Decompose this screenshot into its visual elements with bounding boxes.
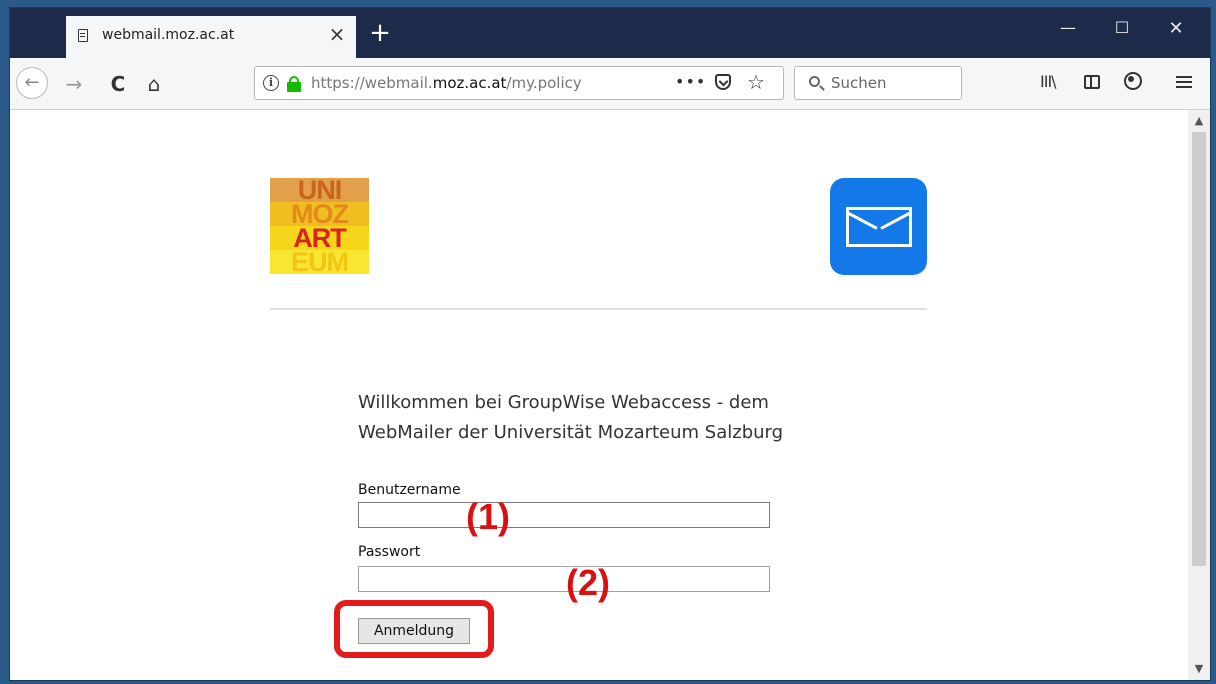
close-window-icon[interactable]: ✕	[1156, 18, 1196, 39]
welcome-line-2: WebMailer der Universität Mozarteum Salz…	[358, 422, 784, 443]
reload-button[interactable]: C	[102, 68, 134, 100]
scroll-up-icon[interactable]: ▲	[1188, 112, 1210, 130]
logo-row-eum: EUM	[270, 250, 369, 274]
forward-button[interactable]: →	[58, 68, 90, 100]
navigation-toolbar: ← → C ⌂ i https://webmail.moz.ac.at/my.p…	[10, 58, 1210, 110]
mozarteum-logo: UNI MOZ ART EUM	[270, 178, 369, 274]
logo-row-uni: UNI	[270, 178, 369, 202]
password-input[interactable]	[358, 566, 770, 592]
vertical-scrollbar[interactable]: ▲ ▼	[1188, 110, 1210, 680]
welcome-text: Willkommen bei GroupWise Webaccess - dem…	[358, 388, 838, 448]
annotation-2: (2)	[566, 562, 610, 603]
page-actions-icon[interactable]: •••	[675, 72, 706, 91]
maximize-icon[interactable]: ☐	[1102, 18, 1142, 37]
close-tab-icon[interactable]: ×	[326, 22, 348, 46]
account-icon[interactable]	[1124, 72, 1142, 90]
search-bar[interactable]	[794, 66, 962, 100]
annotation-1: (1)	[466, 496, 510, 537]
username-label: Benutzername	[358, 482, 461, 498]
search-input[interactable]	[831, 72, 951, 94]
login-button[interactable]: Anmeldung	[358, 618, 470, 644]
home-button[interactable]: ⌂	[138, 68, 170, 100]
minimize-icon[interactable]: —	[1048, 18, 1088, 37]
tab-title: webmail.moz.ac.at	[102, 27, 235, 43]
info-icon[interactable]: i	[263, 75, 279, 91]
url-prefix: https://webmail.	[311, 74, 433, 92]
url-bar[interactable]: i https://webmail.moz.ac.at/my.policy ••…	[254, 66, 784, 100]
url-domain: moz.ac.at	[432, 74, 507, 92]
tab-webmail[interactable]: webmail.moz.ac.at ×	[66, 16, 356, 58]
username-input[interactable]	[358, 502, 770, 528]
hamburger-menu-icon[interactable]	[1176, 76, 1192, 78]
pocket-icon[interactable]	[715, 74, 731, 90]
page-content: UNI MOZ ART EUM Willkommen bei GroupWise…	[10, 110, 1188, 680]
password-label: Passwort	[358, 544, 421, 560]
scroll-thumb[interactable]	[1192, 132, 1206, 566]
search-icon	[809, 76, 820, 87]
page-icon	[78, 29, 88, 42]
logo-row-moz: MOZ	[270, 202, 369, 226]
scroll-down-icon[interactable]: ▼	[1188, 660, 1210, 678]
library-icon[interactable]: III\	[1040, 72, 1057, 91]
envelope-icon	[846, 207, 912, 247]
browser-window: webmail.moz.ac.at × + — ☐ ✕ ← → C ⌂ i ht…	[10, 8, 1210, 680]
welcome-line-1: Willkommen bei GroupWise Webaccess - dem	[358, 392, 769, 413]
sidebar-icon[interactable]	[1084, 75, 1100, 89]
tab-bar: webmail.moz.ac.at × + — ☐ ✕	[10, 8, 1210, 58]
url-path: /my.policy	[506, 74, 582, 92]
logo-row-art: ART	[270, 226, 369, 250]
url-text[interactable]: https://webmail.moz.ac.at/my.policy	[311, 74, 582, 92]
mail-app-icon	[830, 178, 927, 275]
lock-icon[interactable]	[287, 76, 301, 92]
divider	[270, 308, 927, 310]
new-tab-icon[interactable]: +	[366, 20, 394, 46]
back-button[interactable]: ←	[16, 67, 48, 99]
bookmark-star-icon[interactable]: ☆	[747, 70, 765, 94]
